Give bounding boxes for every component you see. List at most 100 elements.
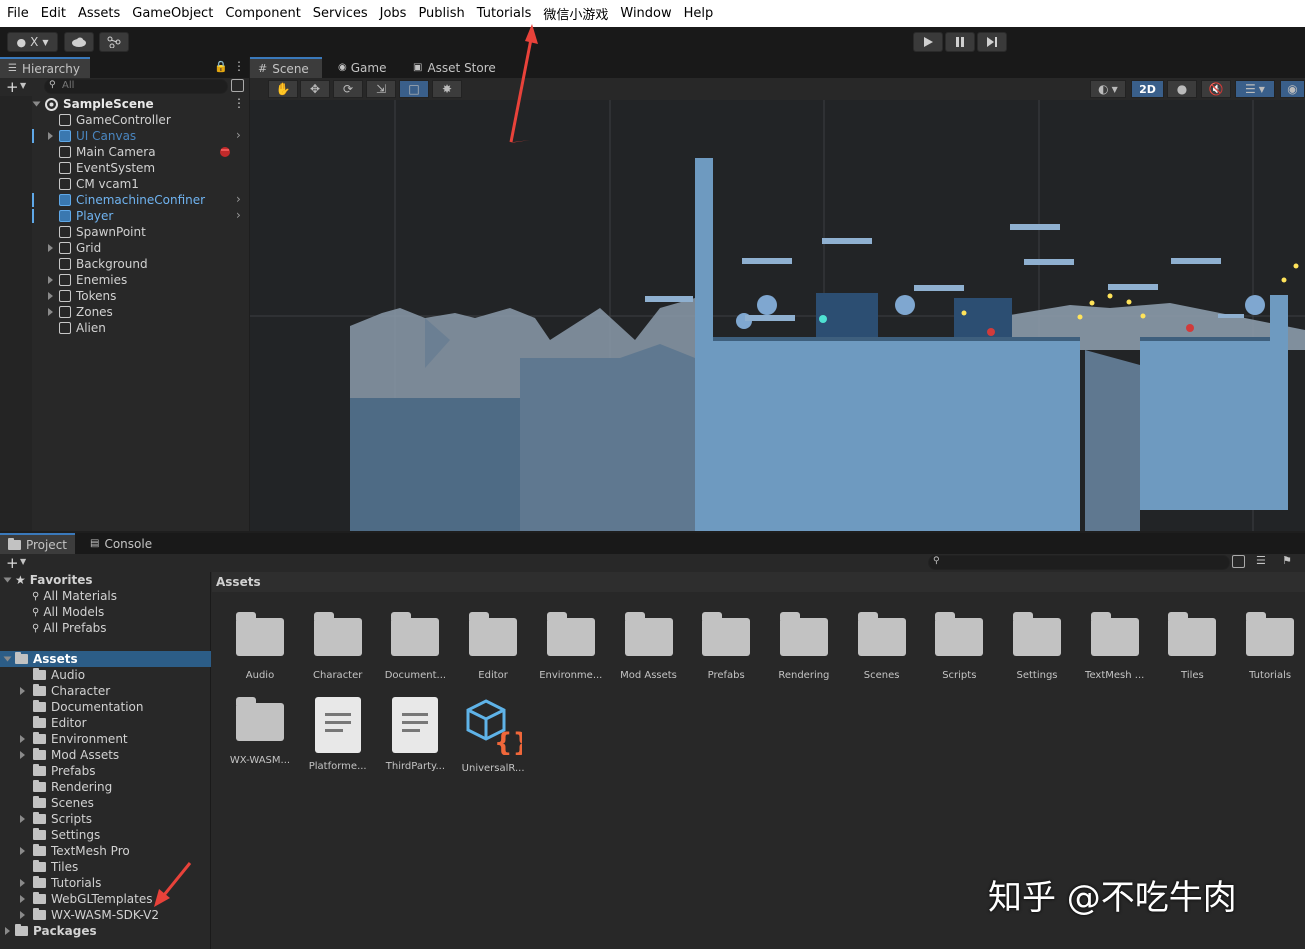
expand-arrow-icon[interactable] bbox=[20, 879, 25, 887]
breadcrumb-assets[interactable]: Assets bbox=[216, 575, 261, 589]
scene-more-icon[interactable]: ⋮ bbox=[233, 96, 245, 110]
asset-item[interactable]: Tiles bbox=[1154, 612, 1230, 681]
search-by-type-icon[interactable] bbox=[1232, 555, 1245, 568]
hierarchy-item[interactable]: SpawnPoint bbox=[0, 224, 249, 240]
2d-toggle-button[interactable]: 2D bbox=[1131, 80, 1164, 98]
assets-row[interactable]: Assets bbox=[0, 651, 211, 667]
expand-arrow-icon[interactable] bbox=[20, 911, 25, 919]
chevron-right-icon[interactable]: › bbox=[236, 208, 241, 222]
asset-item[interactable]: Environme... bbox=[533, 612, 609, 681]
expand-arrow-icon[interactable] bbox=[48, 244, 53, 252]
folder-tree-item[interactable]: Character bbox=[0, 683, 211, 699]
favorite-item[interactable]: ⚲ All Models bbox=[0, 604, 211, 620]
menu-item[interactable]: Tutorials bbox=[477, 6, 532, 21]
draw-mode-dropdown[interactable]: ◐ ▼ bbox=[1090, 80, 1126, 98]
expand-arrow-icon[interactable] bbox=[20, 815, 25, 823]
scene-viewport[interactable] bbox=[250, 100, 1305, 531]
hierarchy-item[interactable]: CM vcam1 bbox=[0, 176, 249, 192]
folder-tree-item[interactable]: Audio bbox=[0, 667, 211, 683]
play-button[interactable] bbox=[913, 32, 943, 52]
chevron-down-icon[interactable]: ▼ bbox=[20, 557, 26, 566]
asset-item[interactable]: Scenes bbox=[844, 612, 920, 681]
chevron-down-icon[interactable]: ▼ bbox=[20, 81, 26, 90]
hierarchy-item[interactable]: Main Camera bbox=[0, 144, 249, 160]
tab-asset-store[interactable]: ▣ Asset Store bbox=[405, 57, 504, 78]
hierarchy-item[interactable]: GameController bbox=[0, 112, 249, 128]
menu-item[interactable]: 微信小游戏 bbox=[543, 4, 608, 23]
asset-item[interactable]: Platforme... bbox=[300, 697, 376, 772]
tab-console[interactable]: ▤ Console bbox=[82, 533, 160, 554]
hierarchy-item[interactable]: UI Canvas › bbox=[0, 128, 249, 144]
effects-dropdown[interactable]: ☰ ▼ bbox=[1235, 80, 1275, 98]
asset-item[interactable]: Rendering bbox=[766, 612, 842, 681]
hierarchy-item[interactable]: CinemachineConfiner › bbox=[0, 192, 249, 208]
folder-tree-item[interactable]: Environment bbox=[0, 731, 211, 747]
menu-item[interactable]: Jobs bbox=[380, 6, 407, 21]
hierarchy-item[interactable]: EventSystem bbox=[0, 160, 249, 176]
expand-arrow-icon[interactable] bbox=[32, 101, 41, 107]
project-search-input[interactable]: ⚲ bbox=[928, 555, 1230, 570]
asset-item[interactable]: Audio bbox=[222, 612, 298, 681]
expand-arrow-icon[interactable] bbox=[48, 132, 53, 140]
asset-item[interactable]: Settings bbox=[999, 612, 1075, 681]
menu-item[interactable]: Component bbox=[225, 6, 300, 21]
tab-project[interactable]: Project bbox=[0, 533, 75, 554]
menu-item[interactable]: Help bbox=[684, 6, 714, 21]
expand-arrow-icon[interactable] bbox=[48, 276, 53, 284]
hierarchy-item[interactable]: Background bbox=[0, 256, 249, 272]
transform-tool-icon[interactable]: ✸ bbox=[432, 80, 462, 98]
asset-item[interactable]: WX-WASM... bbox=[222, 697, 298, 766]
expand-arrow-icon[interactable] bbox=[20, 687, 25, 695]
asset-item[interactable]: {} UniversalR... bbox=[455, 697, 531, 774]
asset-item[interactable]: Character bbox=[300, 612, 376, 681]
rect-tool-icon[interactable]: □ bbox=[399, 80, 429, 98]
expand-arrow-icon[interactable] bbox=[5, 927, 10, 935]
asset-item[interactable]: Tutorials bbox=[1232, 612, 1305, 681]
expand-arrow-icon[interactable] bbox=[3, 656, 12, 662]
menu-item[interactable]: Edit bbox=[41, 6, 66, 21]
packages-row[interactable]: Packages bbox=[0, 923, 211, 939]
hierarchy-item[interactable]: Alien bbox=[0, 320, 249, 336]
chevron-right-icon[interactable]: › bbox=[236, 192, 241, 206]
expand-arrow-icon[interactable] bbox=[20, 735, 25, 743]
filter-icon[interactable]: ☰ bbox=[1256, 554, 1266, 567]
expand-arrow-icon[interactable] bbox=[20, 895, 25, 903]
hierarchy-item[interactable]: Tokens bbox=[0, 288, 249, 304]
account-dropdown[interactable]: ● X ▼ bbox=[7, 32, 58, 52]
asset-item[interactable]: TextMesh ... bbox=[1077, 612, 1153, 681]
asset-item[interactable]: Editor bbox=[455, 612, 531, 681]
folder-tree-item[interactable]: Mod Assets bbox=[0, 747, 211, 763]
hierarchy-item[interactable]: Enemies bbox=[0, 272, 249, 288]
asset-item[interactable]: Prefabs bbox=[688, 612, 764, 681]
folder-tree-item[interactable]: Documentation bbox=[0, 699, 211, 715]
menu-item[interactable]: Publish bbox=[418, 6, 464, 21]
rotate-tool-icon[interactable]: ⟳ bbox=[333, 80, 363, 98]
lock-icon[interactable]: 🔒 bbox=[214, 60, 228, 73]
expand-arrow-icon[interactable] bbox=[20, 751, 25, 759]
move-tool-icon[interactable]: ✥ bbox=[300, 80, 330, 98]
hierarchy-search-input[interactable]: ⚲ All bbox=[44, 79, 228, 94]
favorite-item[interactable]: ⚲ All Prefabs bbox=[0, 620, 211, 636]
folder-tree-item[interactable]: Prefabs bbox=[0, 763, 211, 779]
menu-item[interactable]: File bbox=[7, 6, 29, 21]
step-button[interactable] bbox=[977, 32, 1007, 52]
hidden-objects-icon[interactable]: ◉ bbox=[1280, 80, 1305, 98]
folder-tree-item[interactable]: TextMesh Pro bbox=[0, 843, 211, 859]
collab-button[interactable] bbox=[99, 32, 129, 52]
chevron-right-icon[interactable]: › bbox=[236, 128, 241, 142]
pause-button[interactable] bbox=[945, 32, 975, 52]
hand-tool-icon[interactable]: ✋ bbox=[268, 80, 298, 98]
folder-tree-item[interactable]: Scenes bbox=[0, 795, 211, 811]
tab-scene[interactable]: # Scene bbox=[250, 57, 322, 78]
scale-tool-icon[interactable]: ⇲ bbox=[366, 80, 396, 98]
asset-item[interactable]: Scripts bbox=[921, 612, 997, 681]
folder-tree-item[interactable]: Scripts bbox=[0, 811, 211, 827]
expand-arrow-icon[interactable] bbox=[20, 847, 25, 855]
hierarchy-item[interactable]: Zones bbox=[0, 304, 249, 320]
more-menu-icon[interactable]: ⋮ bbox=[233, 59, 245, 73]
lighting-toggle-icon[interactable]: ● bbox=[1167, 80, 1197, 98]
add-icon[interactable]: + bbox=[6, 554, 19, 572]
asset-item[interactable]: ThirdParty... bbox=[377, 697, 453, 772]
hierarchy-item[interactable]: Player › bbox=[0, 208, 249, 224]
asset-item[interactable]: Mod Assets bbox=[611, 612, 687, 681]
